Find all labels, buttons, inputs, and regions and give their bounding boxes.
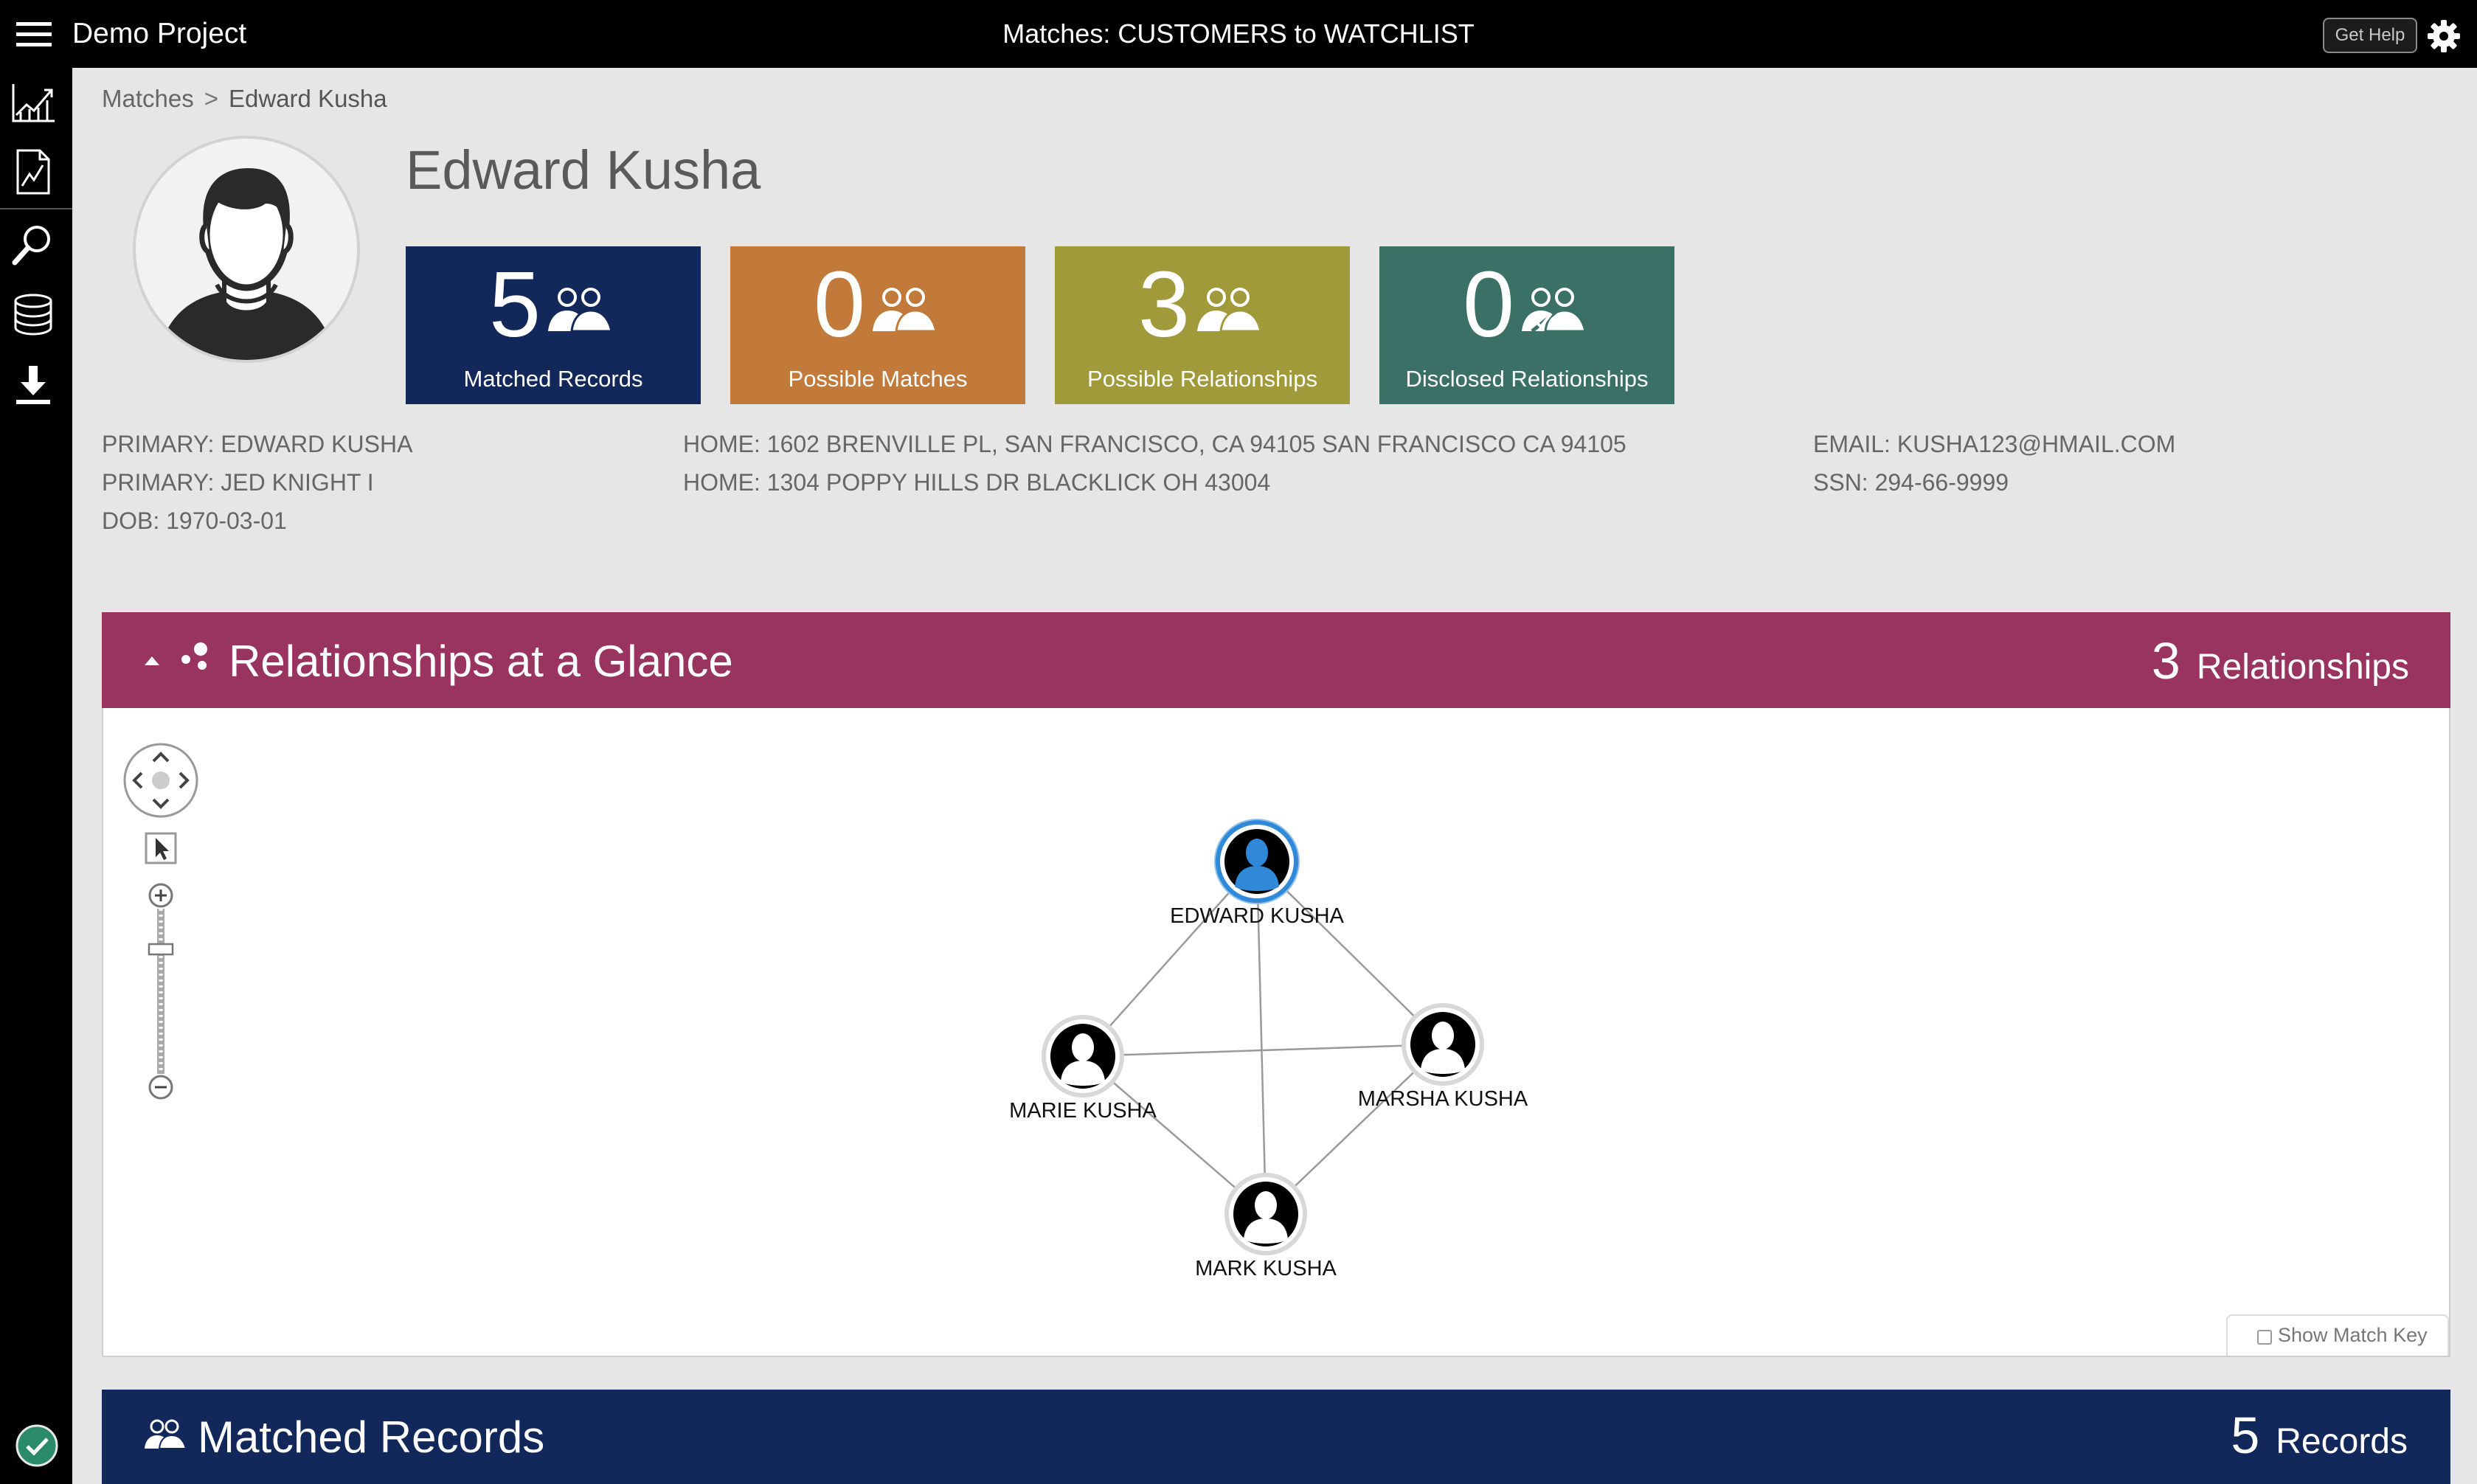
stat-count: 0 <box>1462 252 1515 356</box>
name-line: PRIMARY: EDWARD KUSHA <box>102 431 413 457</box>
graph-node-label: MARIE KUSHA <box>1009 1099 1157 1123</box>
people-icon <box>873 288 938 333</box>
matched-records-count-label: Records <box>2276 1422 2408 1461</box>
matched-records-tile[interactable]: 5 Matched Records <box>406 246 701 404</box>
address-line: HOME: 1602 BRENVILLE PL, SAN FRANCISCO, … <box>683 431 1626 457</box>
people-icon <box>1197 288 1262 333</box>
entity-name: Edward Kusha <box>406 139 761 201</box>
breadcrumb-separator: > <box>204 85 218 112</box>
stat-label: Disclosed Relationships <box>1405 366 1649 392</box>
page-title: Matches: CUSTOMERS to WATCHLIST <box>1002 18 1475 49</box>
relationships-title: Relationships at a Glance <box>229 637 733 686</box>
matched-records-panel-header[interactable]: Matched Records 5 Records <box>102 1390 2450 1484</box>
search-icon[interactable] <box>9 220 58 268</box>
database-icon[interactable] <box>9 291 58 339</box>
download-icon[interactable] <box>9 361 58 410</box>
get-help-button[interactable]: Get Help <box>2323 18 2417 53</box>
graph-node-label: MARK KUSHA <box>1195 1257 1337 1280</box>
show-match-key-checkbox[interactable] <box>2257 1330 2272 1345</box>
matched-records-count-number: 5 <box>2231 1407 2260 1464</box>
relationship-graph-panel: EDWARD KUSHA MARIE KUSHA MARSHA KUSHA MA… <box>102 708 2450 1357</box>
collapse-caret-icon[interactable] <box>142 653 162 668</box>
show-match-key-label: Show Match Key <box>2278 1324 2428 1346</box>
relationships-count: 3 Relationships <box>2152 633 2409 696</box>
breadcrumb: Matches > Edward Kusha <box>102 83 387 115</box>
gear-icon[interactable] <box>2427 19 2461 53</box>
graph-node-label: MARSHA KUSHA <box>1357 1087 1528 1111</box>
relationships-count-label: Relationships <box>2196 648 2409 687</box>
document-icon[interactable] <box>9 148 58 196</box>
dob-line: DOB: 1970-03-01 <box>102 507 287 534</box>
graph-node-edward-kusha[interactable] <box>1216 820 1298 903</box>
relationship-edge-marie-marsha <box>1082 1043 1444 1058</box>
top-bar: Demo Project Matches: CUSTOMERS to WATCH… <box>0 0 2477 68</box>
stat-label: Matched Records <box>463 366 643 392</box>
addresses-column: HOME: 1602 BRENVILLE PL, SAN FRANCISCO, … <box>683 425 1626 502</box>
email-line: EMAIL: KUSHA123@HMAIL.COM <box>1813 431 2176 457</box>
relationship-dots-icon <box>179 642 215 673</box>
breadcrumb-matches-link[interactable]: Matches <box>102 85 194 112</box>
possible-matches-tile[interactable]: 0 Possible Matches <box>730 246 1025 404</box>
stat-label: Possible Matches <box>788 366 968 392</box>
sidebar <box>0 68 72 1484</box>
people-icon <box>143 1418 187 1450</box>
matched-records-title: Matched Records <box>198 1412 545 1462</box>
contacts-column: EMAIL: KUSHA123@HMAIL.COM SSN: 294-66-99… <box>1813 425 2175 502</box>
relationships-panel-header[interactable]: Relationships at a Glance 3 Relationship… <box>102 612 2450 708</box>
disclosed-relationships-tile[interactable]: 0 Disclosed Relationships <box>1379 246 1674 404</box>
stat-count: 0 <box>813 252 866 356</box>
graph-node-label: EDWARD KUSHA <box>1170 904 1344 928</box>
stat-count: 3 <box>1137 252 1191 356</box>
names-column: PRIMARY: EDWARD KUSHA PRIMARY: JED KNIGH… <box>102 425 412 540</box>
relationships-count-number: 3 <box>2151 632 2180 690</box>
possible-relationships-tile[interactable]: 3 Possible Relationships <box>1055 246 1350 404</box>
graph-node-marie-kusha[interactable] <box>1042 1015 1124 1098</box>
name-line: PRIMARY: JED KNIGHT I <box>102 469 374 496</box>
people-disclosed-icon <box>1522 288 1587 333</box>
chart-icon[interactable] <box>9 78 58 127</box>
stat-label: Possible Relationships <box>1087 366 1317 392</box>
show-match-key-toggle[interactable]: Show Match Key <box>2226 1314 2449 1356</box>
graph-node-marsha-kusha[interactable] <box>1402 1003 1484 1086</box>
breadcrumb-current: Edward Kusha <box>229 85 387 112</box>
check-circle-icon <box>15 1424 59 1468</box>
sidebar-divider <box>0 208 72 209</box>
stat-count: 5 <box>488 252 541 356</box>
people-icon <box>548 288 613 333</box>
ssn-line: SSN: 294-66-9999 <box>1813 469 2009 496</box>
matched-records-count: 5 Records <box>2231 1407 2408 1470</box>
address-line: HOME: 1304 POPPY HILLS DR BLACKLICK OH 4… <box>683 469 1271 496</box>
avatar <box>133 136 360 363</box>
graph-node-mark-kusha[interactable] <box>1224 1173 1307 1255</box>
